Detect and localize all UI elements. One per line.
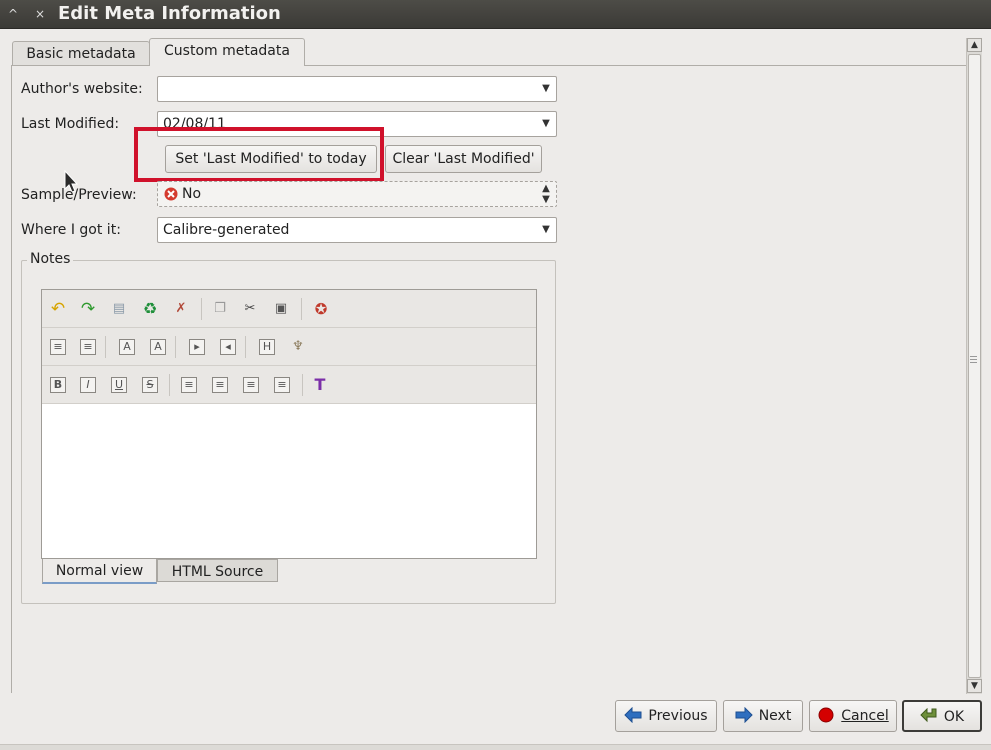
highlight-box [134,127,384,182]
bold-icon[interactable]: B [50,377,66,393]
ordered-list-icon[interactable]: ≡ [50,339,66,355]
window-titlebar[interactable]: ^ × Edit Meta Information [0,0,991,29]
scroll-up-icon[interactable]: ▲ [967,38,982,52]
sample-preview-label: Sample/Preview: [21,187,137,203]
tab-html-source[interactable]: HTML Source [157,559,278,582]
ok-label: OK [943,709,965,725]
scroll-down-icon[interactable]: ▼ [967,679,982,693]
remove-format-icon[interactable]: ✗ [171,299,191,319]
recycle-icon[interactable]: ♻ [140,299,160,319]
ok-button[interactable]: OK [902,700,982,732]
chevron-down-icon[interactable]: ▼ [536,77,556,101]
ok-arrow-icon [920,708,937,723]
where-got-it-label: Where I got it: [21,222,121,238]
cancel-label: Cancel [841,708,889,724]
arrow-right-icon [735,707,753,723]
superscript-icon[interactable]: A [119,339,135,355]
previous-label: Previous [648,708,708,724]
close-button[interactable]: × [31,6,49,22]
editor-toolbar-row-1: ↶ ↷ ▤ ♻ ✗ ❐ ✂ ▣ ✪ [42,290,536,328]
chevron-down-icon[interactable]: ▼ [536,218,556,242]
window-bottom-edge [0,744,991,750]
copy-icon[interactable]: ❐ [210,299,230,319]
align-left-icon[interactable]: ≡ [181,377,197,393]
outdent-icon[interactable]: ◂ [220,339,236,355]
tab-basic-metadata[interactable]: Basic metadata [12,41,150,65]
undo-icon[interactable]: ↶ [48,299,68,319]
window-title: Edit Meta Information [58,3,281,24]
sample-preview-value: No [182,186,202,202]
notes-group-label: Notes [27,251,74,267]
redo-icon[interactable]: ↷ [78,299,98,319]
authors-website-combo[interactable]: ▼ [157,76,557,102]
heading-icon[interactable]: H [259,339,275,355]
tab-normal-view[interactable]: Normal view [42,559,157,584]
paste-icon[interactable]: ▣ [271,299,291,319]
scrollbar-grip-icon [970,356,977,364]
spinner-arrows-icon[interactable]: ▲ ▼ [536,182,556,206]
next-button[interactable]: Next [723,700,803,732]
chevron-down-icon[interactable]: ▼ [536,112,556,136]
italic-icon[interactable]: I [80,377,96,393]
strikethrough-icon[interactable]: S [142,377,158,393]
next-label: Next [758,708,792,724]
clear-last-modified-button[interactable]: Clear 'Last Modified' [385,145,542,173]
editor-toolbar-row-3: B I U S ≡ ≡ ≡ ≡ T [42,366,536,404]
sample-preview-combo[interactable]: No ▲ ▼ [157,181,557,207]
select-all-icon[interactable]: ▤ [109,299,129,319]
unordered-list-icon[interactable]: ≡ [80,339,96,355]
vertical-scrollbar[interactable]: ▲ ▼ [966,38,982,694]
minimize-button[interactable]: ^ [4,6,22,22]
last-modified-label: Last Modified: [21,116,120,132]
justify-icon[interactable]: ≡ [274,377,290,393]
previous-button[interactable]: Previous [615,700,717,732]
arrow-left-icon [624,707,642,723]
no-icon [164,187,178,201]
subscript-icon[interactable]: A [150,339,166,355]
color-palette-icon[interactable]: ✪ [311,299,331,319]
align-center-icon[interactable]: ≡ [212,377,228,393]
cancel-button[interactable]: Cancel [809,700,897,732]
where-got-it-value: Calibre-generated [163,222,290,238]
authors-website-label: Author's website: [21,81,143,97]
editor-toolbar-row-2: ≡ ≡ A A ▸ ◂ H ♆ [42,328,536,366]
indent-icon[interactable]: ▸ [189,339,205,355]
align-right-icon[interactable]: ≡ [243,377,259,393]
scrollbar-thumb[interactable] [968,54,981,678]
cut-icon[interactable]: ✂ [240,299,260,319]
tab-custom-metadata[interactable]: Custom metadata [149,38,305,66]
stop-icon [818,707,834,723]
where-got-it-combo[interactable]: Calibre-generated ▼ [157,217,557,243]
format-brush-icon[interactable]: ♆ [288,337,308,357]
text-color-icon[interactable]: T [310,375,330,395]
underline-icon[interactable]: U [111,377,127,393]
